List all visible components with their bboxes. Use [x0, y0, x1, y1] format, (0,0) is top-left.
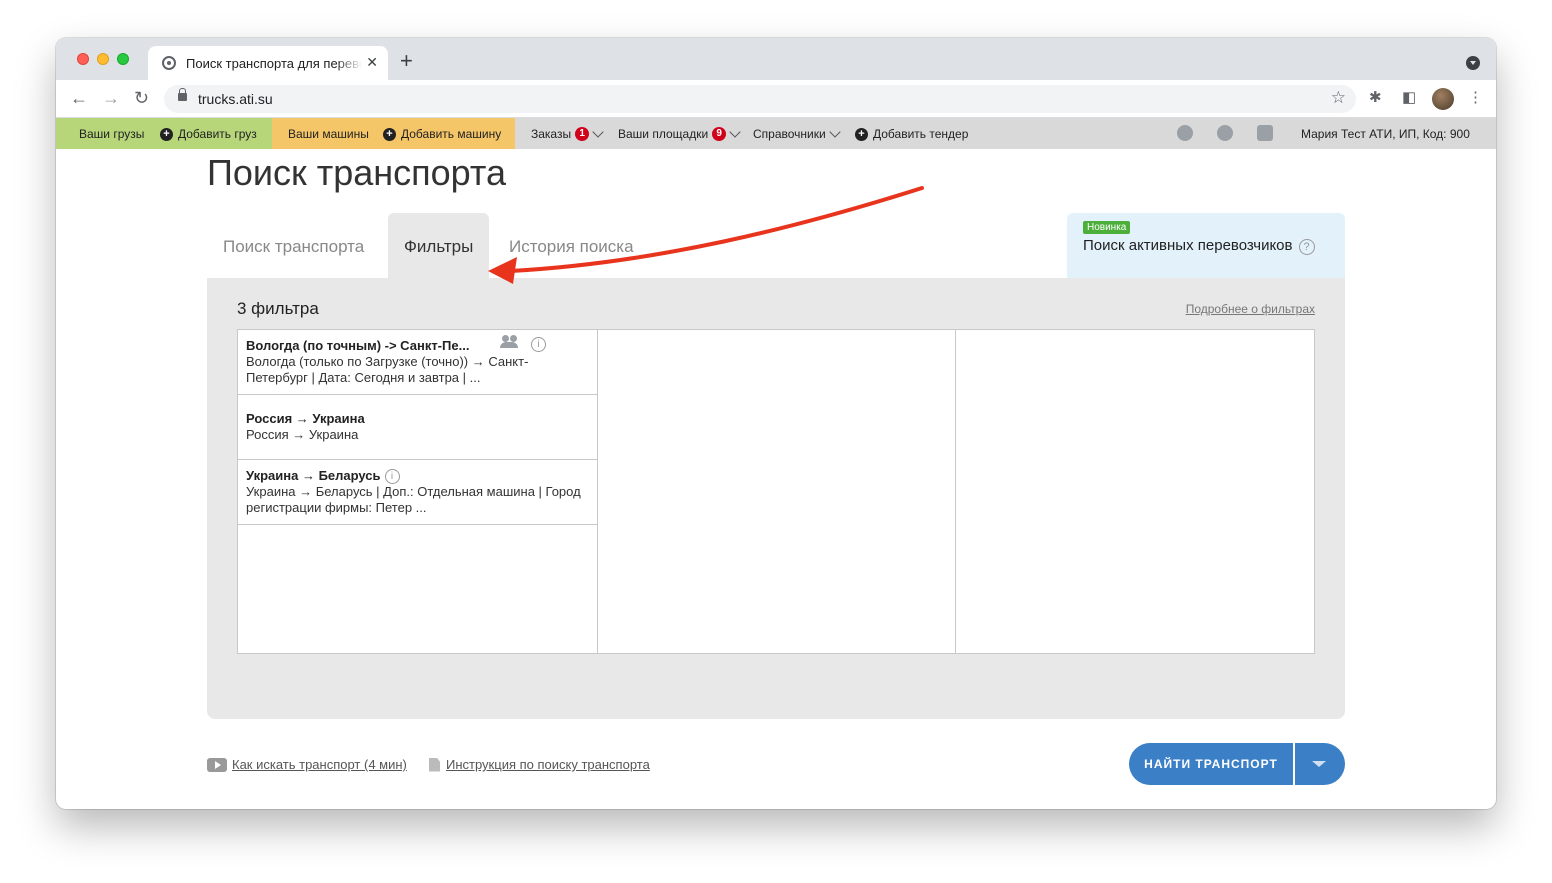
close-window-button[interactable]: [77, 53, 89, 65]
filter-item[interactable]: Россия → Украина Россия → Украина: [238, 395, 597, 460]
shared-users-icon: [500, 335, 518, 348]
find-transport-button[interactable]: НАЙТИ ТРАНСПОРТ: [1129, 743, 1293, 785]
filters-grid: Вологда (по точным) -> Санкт-Пе... i Вол…: [237, 329, 1315, 654]
filters-panel: 3 фильтра Подробнее о фильтрах Вологда (…: [207, 278, 1345, 719]
filters-more-link[interactable]: Подробнее о фильтрах: [1186, 302, 1315, 316]
find-options-dropdown[interactable]: [1295, 743, 1345, 785]
add-tender-link[interactable]: + Добавить тендер: [855, 127, 968, 141]
filters-column-1: Вологда (по точным) -> Санкт-Пе... i Вол…: [238, 330, 598, 653]
add-cargo-link[interactable]: + Добавить груз: [160, 127, 257, 141]
chevron-down-icon: [729, 125, 741, 138]
forward-icon[interactable]: →: [102, 88, 120, 108]
filter-name: Россия → Украина: [246, 411, 365, 426]
tab-search-history[interactable]: История поиска: [509, 213, 634, 278]
page-footer: Как искать транспорт (4 мин) Инструкция …: [207, 743, 1345, 798]
promo-label: Поиск активных перевозчиков: [1083, 237, 1293, 254]
back-icon[interactable]: ←: [70, 88, 88, 108]
filter-name: Украина → Беларусь: [246, 468, 381, 483]
filters-column-3: [956, 330, 1314, 653]
info-icon[interactable]: i: [384, 468, 400, 484]
tab-strip: Поиск транспорта для перевозки ✕ +: [56, 38, 1496, 80]
profile-avatar[interactable]: [1432, 88, 1454, 110]
tab-filters[interactable]: Фильтры: [388, 213, 490, 278]
page-title: Поиск транспорта: [207, 152, 507, 193]
browser-window: Поиск транспорта для перевозки ✕ + ← → ↻…: [56, 38, 1496, 809]
plus-icon: +: [383, 127, 396, 141]
tab-close-icon[interactable]: ✕: [366, 54, 378, 70]
platforms-label: Ваши площадки: [618, 127, 709, 141]
orders-label: Заказы: [531, 127, 572, 141]
bookmark-star-icon[interactable]: ☆: [1331, 88, 1346, 108]
browser-menu-icon[interactable]: ⋮: [1468, 89, 1483, 107]
video-play-icon: [207, 757, 227, 772]
side-panel-icon[interactable]: ◧: [1402, 89, 1416, 107]
search-tabs: Поиск транспорта Фильтры История поиска …: [207, 213, 1345, 278]
chevron-down-icon: [592, 125, 604, 138]
chat-icon[interactable]: [1217, 125, 1233, 141]
your-trucks-link[interactable]: Ваши машины: [288, 127, 369, 141]
platforms-badge: 9: [712, 127, 727, 141]
plus-icon: +: [855, 127, 868, 141]
orders-badge: 1: [575, 127, 590, 141]
browser-tab[interactable]: Поиск транспорта для перевозки ✕: [148, 46, 388, 80]
info-icon[interactable]: i: [531, 337, 546, 352]
references-label: Справочники: [753, 127, 826, 141]
references-menu[interactable]: Справочники: [753, 125, 841, 141]
promo-text: Поиск активных перевозчиков?: [1083, 237, 1315, 255]
filter-item[interactable]: Украина → Беларусь i Украина → Беларусь …: [238, 460, 597, 525]
doc-link-label: Инструкция по поиску транспорта: [446, 757, 650, 772]
add-truck-label: Добавить машину: [401, 127, 502, 141]
plus-icon: +: [160, 127, 173, 141]
platforms-menu[interactable]: Ваши площадки 9: [618, 125, 741, 141]
address-bar[interactable]: trucks.ati.su ☆: [164, 85, 1356, 113]
new-tab-button[interactable]: +: [400, 50, 413, 72]
filter-name: Вологда (по точным) -> Санкт-Пе...: [246, 338, 470, 353]
add-truck-link[interactable]: + Добавить машину: [383, 127, 501, 141]
lock-icon: [178, 88, 187, 101]
filter-description: Украина → Беларусь | Доп.: Отдельная маш…: [246, 484, 581, 515]
filter-count: 3 фильтра: [237, 299, 319, 318]
notifications-icon[interactable]: [1257, 125, 1273, 141]
add-tender-label: Добавить тендер: [873, 127, 969, 141]
site-favicon-icon: [162, 56, 176, 70]
browser-toolbar: ← → ↻ trucks.ati.su ☆ ✱ ◧ ⋮: [56, 80, 1496, 118]
user-account-link[interactable]: Мария Тест АТИ, ИП, Код: 900: [1301, 127, 1470, 141]
new-badge: Новинка: [1083, 221, 1131, 234]
document-icon: [429, 757, 440, 772]
minimize-window-button[interactable]: [97, 53, 109, 65]
filter-description: Россия → Украина: [246, 427, 359, 442]
add-cargo-label: Добавить груз: [178, 127, 257, 141]
tab-transport-search[interactable]: Поиск транспорта: [223, 213, 364, 278]
your-cargo-link[interactable]: Ваши грузы: [79, 127, 144, 141]
search-instruction-link[interactable]: Инструкция по поиску транспорта: [429, 757, 650, 772]
filter-description: Вологда (только по Загрузке (точно)) → С…: [246, 354, 529, 385]
filter-name-row: Украина → Беларусь i: [246, 468, 589, 484]
active-carriers-promo[interactable]: Новинка Поиск активных перевозчиков?: [1067, 213, 1345, 278]
url-text: trucks.ati.su: [198, 91, 273, 107]
help-icon[interactable]: ?: [1298, 239, 1315, 255]
how-to-search-video-link[interactable]: Как искать транспорт (4 мин): [207, 757, 407, 772]
orders-menu[interactable]: Заказы 1: [531, 125, 604, 141]
reload-icon[interactable]: ↻: [134, 88, 149, 108]
site-top-nav: Ваши грузы + Добавить груз Ваши машины +…: [56, 118, 1496, 149]
video-link-label: Как искать транспорт (4 мин): [232, 757, 407, 772]
maximize-window-button[interactable]: [117, 53, 129, 65]
filter-item[interactable]: Вологда (по точным) -> Санкт-Пе... i Вол…: [238, 330, 597, 395]
extensions-icon[interactable]: ✱: [1369, 89, 1382, 107]
chevron-down-icon: [829, 125, 841, 138]
tab-search-icon[interactable]: [1466, 56, 1480, 70]
user-search-icon[interactable]: [1177, 125, 1193, 141]
filters-column-2: [598, 330, 956, 653]
tab-title: Поиск транспорта для перевозки: [186, 55, 362, 71]
